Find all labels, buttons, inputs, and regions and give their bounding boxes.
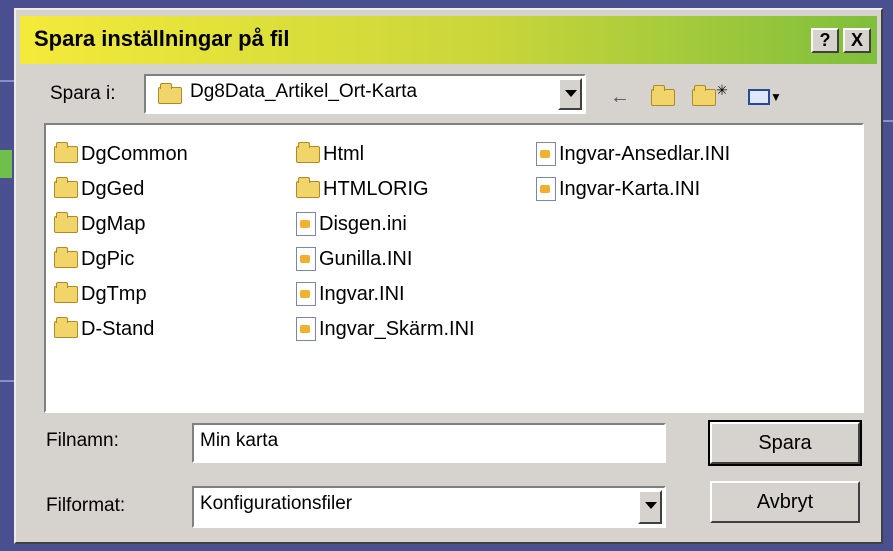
file-item[interactable]: Gunilla.INI <box>296 244 412 274</box>
folder-icon <box>54 176 78 198</box>
file-item[interactable]: Ingvar-Karta.INI <box>536 174 700 204</box>
filetype-label: Filformat: <box>46 495 126 516</box>
item-label: Gunilla.INI <box>319 247 413 270</box>
save-in-dropdown[interactable]: Dg8Data_Artikel_Ort-Karta <box>144 74 586 114</box>
sparkle-icon: ✳ <box>716 81 728 98</box>
item-label: DgCommon <box>81 142 188 165</box>
help-button[interactable]: ? <box>811 28 839 53</box>
folder-item[interactable]: DgCommon <box>54 139 188 169</box>
folder-icon <box>296 176 320 198</box>
save-settings-dialog: Spara inställningar på fil ? X Spara i: … <box>14 8 883 544</box>
cancel-button[interactable]: Avbryt <box>710 481 860 523</box>
chevron-down-icon: ▼ <box>770 90 782 104</box>
folder-icon <box>651 84 675 106</box>
details-view-icon <box>748 89 771 105</box>
background-map-patch <box>0 150 12 178</box>
save-in-label: Spara i: <box>50 83 116 104</box>
file-item[interactable]: Ingvar-Ansedlar.INI <box>536 139 730 169</box>
file-item[interactable]: Ingvar.INI <box>296 279 405 309</box>
ini-file-icon <box>536 142 556 166</box>
up-folder-icon[interactable] <box>646 83 680 111</box>
item-label: Ingvar.INI <box>319 282 405 305</box>
item-label: HTMLORIG <box>323 177 429 200</box>
folder-item[interactable]: DgPic <box>54 244 134 274</box>
back-icon[interactable]: ← <box>604 83 636 111</box>
chevron-down-icon[interactable] <box>638 490 662 524</box>
item-label: DgMap <box>81 212 146 235</box>
folder-item[interactable]: HTMLORIG <box>296 174 429 204</box>
background-map-line <box>883 120 893 122</box>
ini-file-icon <box>536 177 556 201</box>
item-label: Html <box>323 142 365 165</box>
chevron-down-icon[interactable] <box>558 78 582 110</box>
folder-icon <box>296 141 320 163</box>
file-item[interactable]: Ingvar_Skärm.INI <box>296 314 475 344</box>
folder-icon <box>54 281 78 303</box>
new-folder-icon[interactable]: ✳ <box>691 81 729 111</box>
folder-icon <box>54 141 78 163</box>
filetype-value: Konfigurationsfiler <box>200 493 353 514</box>
folder-icon <box>54 246 78 268</box>
item-label: Ingvar-Karta.INI <box>559 177 701 200</box>
filetype-dropdown[interactable]: Konfigurationsfiler <box>192 486 666 528</box>
view-menu-icon[interactable]: ▼ <box>741 83 789 111</box>
file-list[interactable]: DgCommon DgGed DgMap DgPic DgTmp D-Stand Html H… <box>44 123 864 413</box>
filename-label: Filnamn: <box>46 430 119 451</box>
folder-item[interactable]: Html <box>296 139 364 169</box>
item-label: DgGed <box>81 177 145 200</box>
folder-icon <box>158 83 182 104</box>
folder-item[interactable]: DgGed <box>54 174 144 204</box>
ini-file-icon <box>296 212 316 236</box>
background-map-line <box>0 380 14 382</box>
item-label: D-Stand <box>81 317 155 340</box>
item-label: DgPic <box>81 247 135 270</box>
ini-file-icon <box>296 247 316 271</box>
save-in-value: Dg8Data_Artikel_Ort-Karta <box>190 81 418 102</box>
folder-item[interactable]: DgTmp <box>54 279 147 309</box>
folder-item[interactable]: DgMap <box>54 209 145 239</box>
item-label: Ingvar-Ansedlar.INI <box>559 142 731 165</box>
item-label: DgTmp <box>81 282 147 305</box>
folder-item[interactable]: D-Stand <box>54 314 154 344</box>
title-bar: Spara inställningar på fil ? X <box>20 16 877 64</box>
close-button[interactable]: X <box>843 28 871 53</box>
file-item[interactable]: Disgen.ini <box>296 209 407 239</box>
item-label: Disgen.ini <box>319 212 407 235</box>
item-label: Ingvar_Skärm.INI <box>319 317 475 340</box>
folder-icon <box>54 211 78 233</box>
filename-input[interactable]: Min karta <box>192 423 666 463</box>
dialog-title: Spara inställningar på fil <box>34 26 290 51</box>
ini-file-icon <box>296 282 316 306</box>
ini-file-icon <box>296 317 316 341</box>
folder-icon <box>54 316 78 338</box>
save-button[interactable]: Spara <box>708 420 862 466</box>
background-map-line <box>0 80 14 82</box>
folder-icon <box>692 84 717 106</box>
